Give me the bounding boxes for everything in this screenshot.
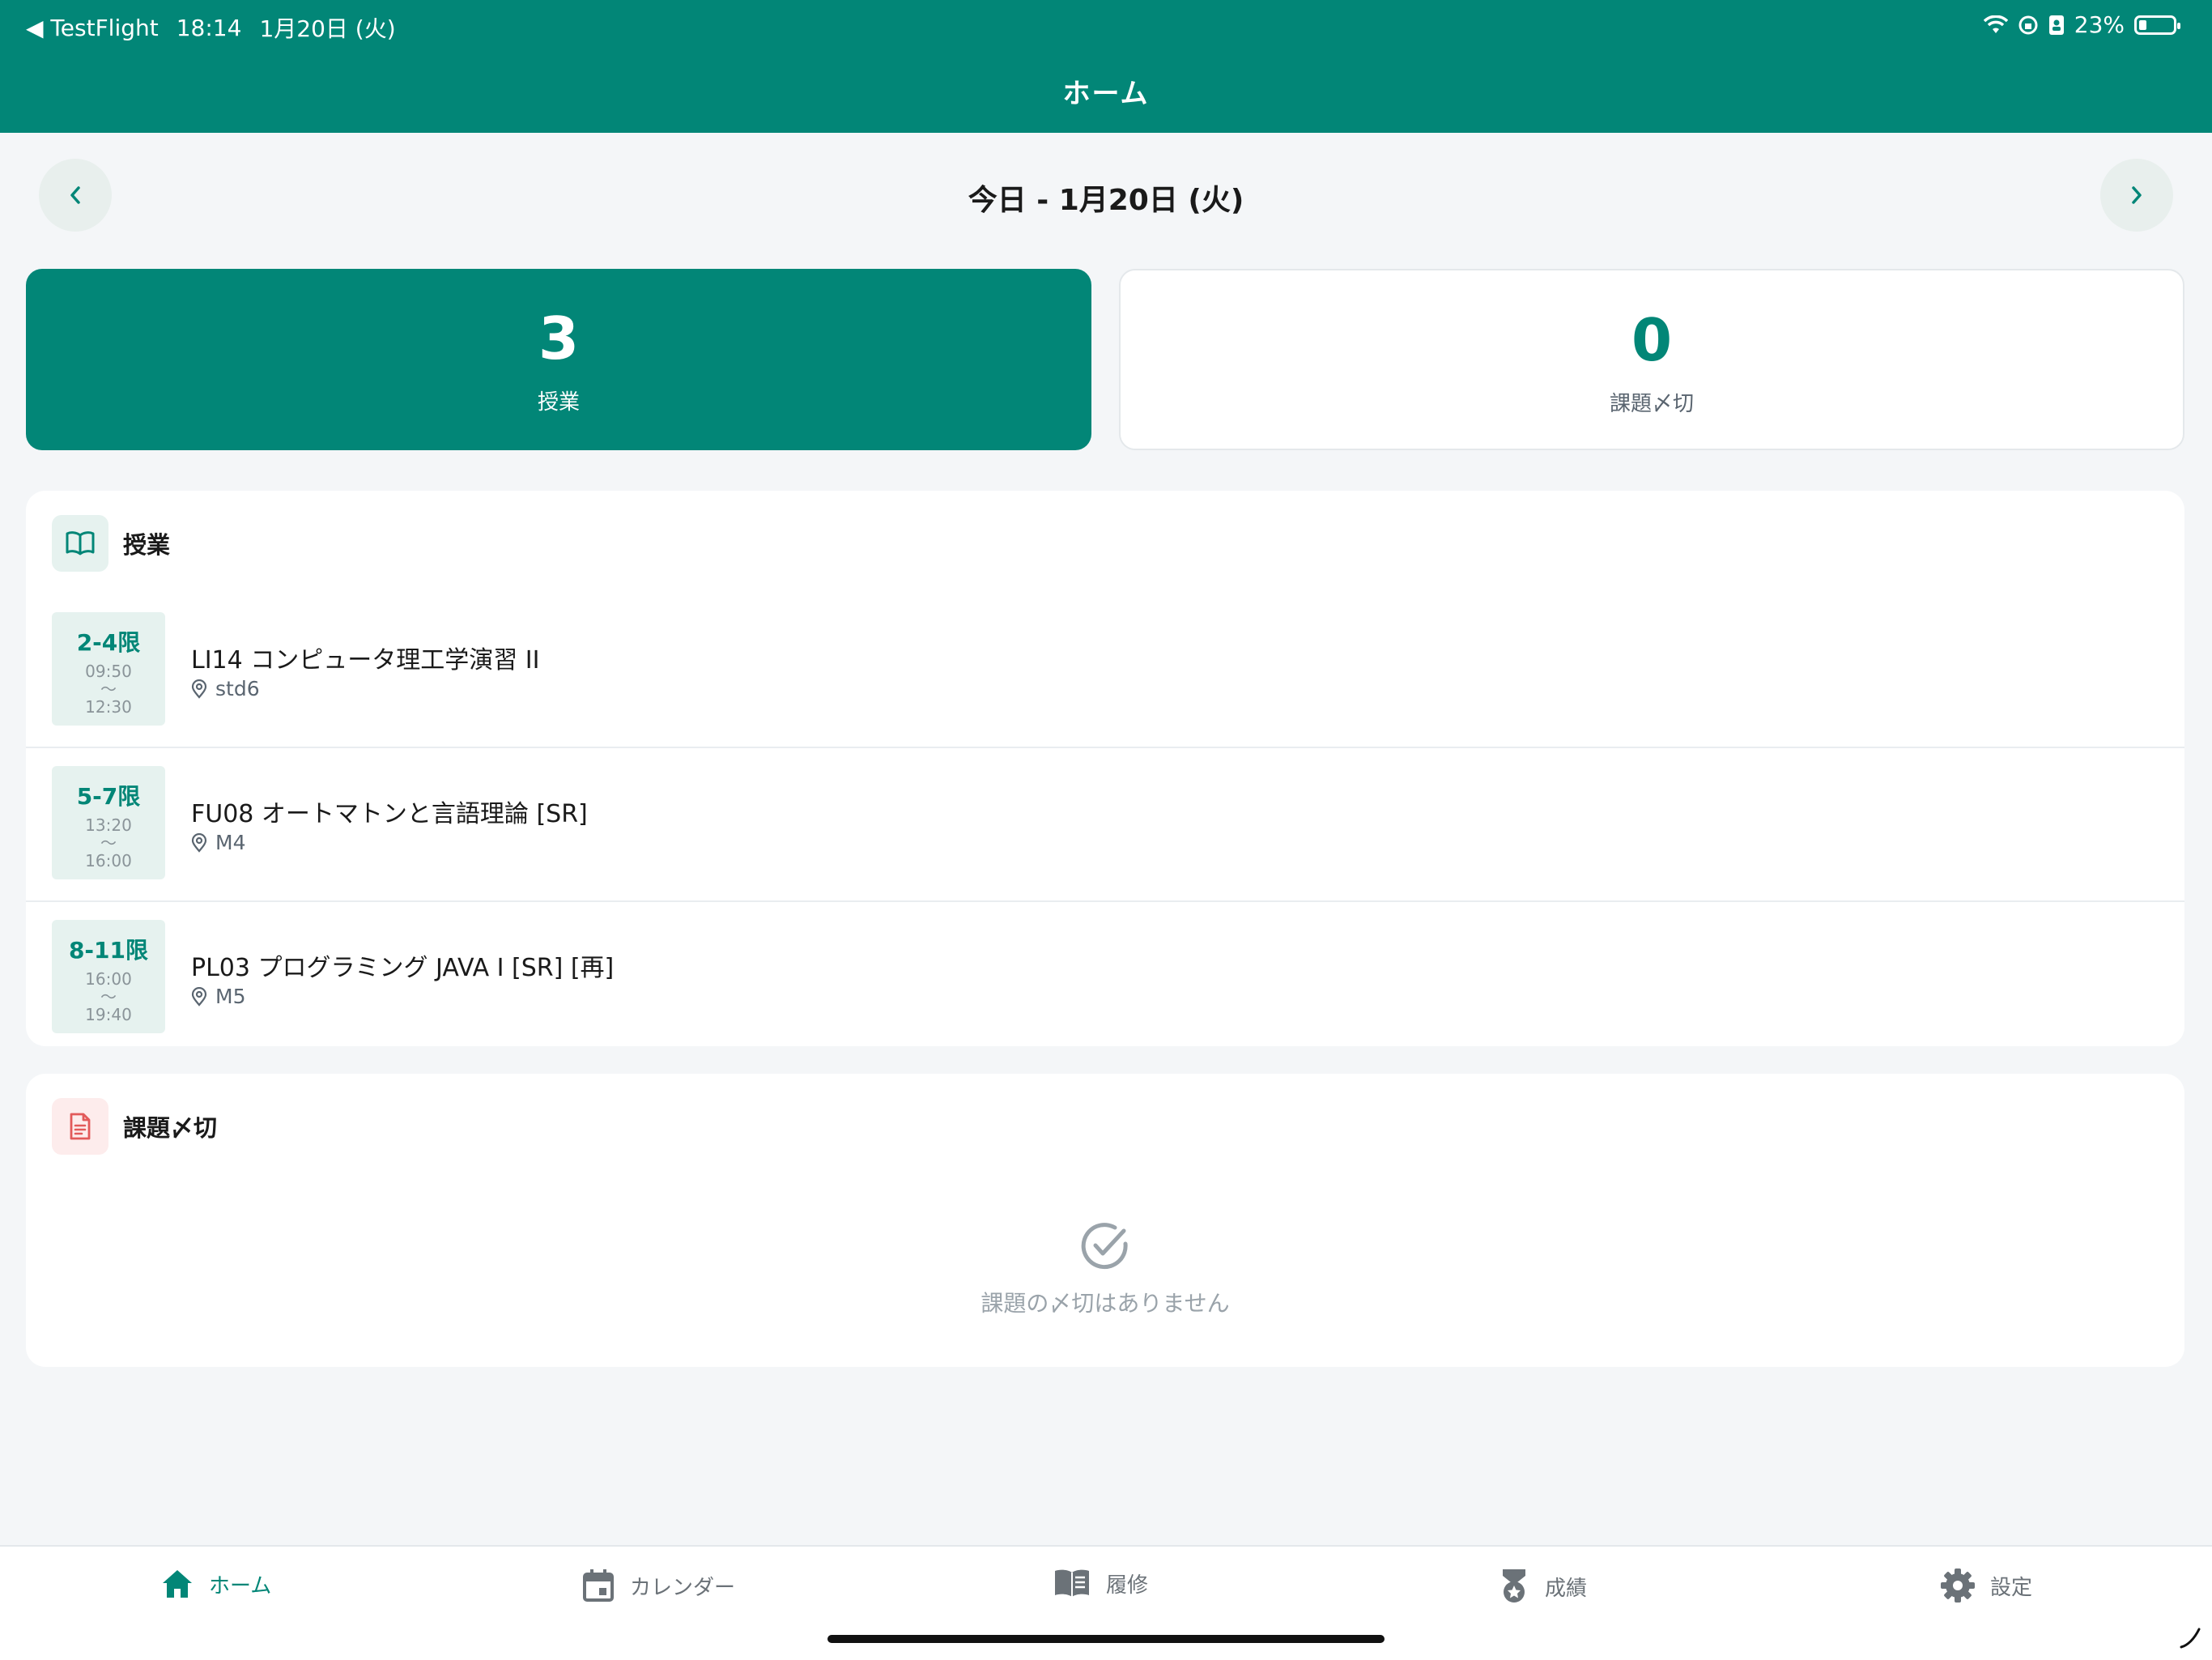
time-separator: 〜 — [100, 987, 117, 1007]
empty-message: 課題の〆切はありません — [981, 1290, 1230, 1317]
assignments-count: 0 — [1631, 306, 1673, 374]
time-separator: 〜 — [100, 679, 117, 699]
location-pin-icon — [191, 832, 207, 853]
calendar-icon — [583, 1569, 614, 1602]
classes-card: 授業 2-4限 09:50 〜 12:30 LI14 コンピュータ理工学演習 I… — [26, 491, 2184, 1046]
room-label: M5 — [215, 985, 246, 1008]
end-time: 16:00 — [85, 851, 132, 870]
home-icon — [163, 1570, 192, 1598]
current-date-label: 今日 - 1月20日 (火) — [968, 184, 1244, 217]
gear-icon — [1941, 1568, 1975, 1603]
wifi-icon — [1983, 15, 2008, 33]
status-bar: ◀ TestFlight 18:14 1月20日 (火) 23% — [0, 0, 2212, 52]
period-label: 8-11限 — [68, 937, 149, 964]
location-pin-icon — [191, 679, 207, 699]
classes-summary-label: 授業 — [537, 390, 580, 415]
page-title: ホーム — [1062, 78, 1150, 110]
book-open-icon — [52, 515, 108, 572]
status-time: 18:14 — [176, 14, 242, 41]
next-day-button[interactable] — [2100, 159, 2173, 232]
app-header: ◀ TestFlight 18:14 1月20日 (火) 23% ホーム — [0, 0, 2212, 133]
contact-icon — [2048, 15, 2064, 35]
start-time: 13:20 — [85, 815, 132, 835]
assignments-summary-label: 課題〆切 — [1609, 392, 1694, 416]
status-date: 1月20日 (火) — [259, 15, 396, 42]
class-name: FU08 オートマトンと言語理論 [SR] — [191, 800, 588, 828]
class-room: M4 — [191, 831, 245, 854]
medal-icon — [1503, 1569, 1525, 1603]
end-time: 12:30 — [85, 697, 132, 717]
tab-label: 履修 — [1106, 1573, 1149, 1598]
tab-calendar[interactable]: カレンダー — [581, 1568, 735, 1603]
class-row[interactable]: 8-11限 16:00 〜 19:40 PL03 プログラミング JAVA I … — [26, 900, 2184, 1054]
location-pin-icon — [191, 986, 207, 1007]
class-row[interactable]: 2-4限 09:50 〜 12:30 LI14 コンピュータ理工学演習 II s… — [26, 593, 2184, 748]
room-label: M4 — [215, 831, 246, 854]
period-label: 2-4限 — [76, 629, 141, 656]
tab-label: 成績 — [1545, 1576, 1588, 1601]
document-icon — [52, 1098, 108, 1155]
tab-label: 設定 — [1990, 1575, 2033, 1600]
classes-summary-tile[interactable]: 3 授業 — [26, 269, 1091, 450]
period-badge: 8-11限 16:00 〜 19:40 — [52, 920, 165, 1033]
class-row[interactable]: 5-7限 13:20 〜 16:00 FU08 オートマトンと言語理論 [SR]… — [26, 747, 2184, 902]
battery-icon — [2134, 15, 2180, 35]
assignments-card-title: 課題〆切 — [123, 1114, 218, 1142]
class-name: PL03 プログラミング JAVA I [SR] [再] — [191, 954, 615, 982]
room-label: std6 — [215, 677, 260, 700]
home-indicator[interactable] — [827, 1635, 1385, 1643]
class-room: std6 — [191, 677, 260, 700]
back-to-app-link[interactable]: ◀ TestFlight — [26, 15, 159, 41]
assignments-card: 課題〆切 課題の〆切はありません — [26, 1074, 2184, 1367]
time-separator: 〜 — [100, 833, 117, 853]
chevron-right-icon — [2132, 186, 2142, 204]
tab-label: カレンダー — [630, 1575, 736, 1600]
tab-courses[interactable]: 履修 — [1053, 1568, 1148, 1598]
tab-label: ホーム — [209, 1573, 272, 1598]
book-icon — [1055, 1569, 1089, 1597]
start-time: 16:00 — [85, 969, 132, 989]
start-time: 09:50 — [85, 662, 132, 681]
class-room: M5 — [191, 985, 245, 1008]
orientation-lock-icon — [2018, 15, 2038, 34]
empty-state: 課題の〆切はありません — [26, 1219, 2184, 1318]
classes-card-title: 授業 — [123, 531, 171, 559]
end-time: 19:40 — [85, 1005, 132, 1024]
check-circle-icon — [1081, 1223, 1128, 1270]
tab-home[interactable]: ホーム — [160, 1568, 271, 1600]
period-label: 5-7限 — [76, 783, 141, 810]
tab-grades[interactable]: 成績 — [1498, 1568, 1587, 1605]
pencil-hover-icon — [2180, 1628, 2201, 1649]
classes-count: 3 — [538, 304, 580, 372]
date-navigator: 今日 - 1月20日 (火) — [0, 159, 2212, 232]
period-badge: 5-7限 13:20 〜 16:00 — [52, 766, 165, 879]
class-name: LI14 コンピュータ理工学演習 II — [191, 646, 540, 675]
battery-percent: 23% — [2074, 11, 2125, 38]
period-badge: 2-4限 09:50 〜 12:30 — [52, 612, 165, 726]
tab-settings[interactable]: 設定 — [1940, 1568, 2032, 1603]
assignments-summary-tile[interactable]: 0 課題〆切 — [1119, 269, 2184, 450]
